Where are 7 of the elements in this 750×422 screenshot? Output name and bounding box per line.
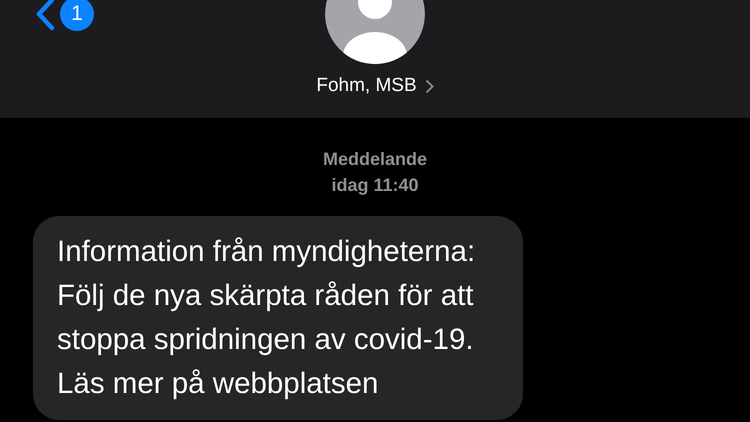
back-chevron-icon[interactable] (34, 0, 56, 31)
service-label: Meddelande (322, 148, 428, 171)
message-bubble: Information från myndigheterna: Följ de nya skärpta råden för att stoppa spridningen av covid-19. Läs mer på webbplatsen (33, 216, 523, 420)
message-timestamp: idag 11:40 (331, 174, 419, 197)
unread-count-badge: 1 (60, 0, 94, 31)
contact-name-button[interactable]: Fohm, MSB (316, 75, 434, 97)
chevron-right-icon (424, 78, 434, 94)
